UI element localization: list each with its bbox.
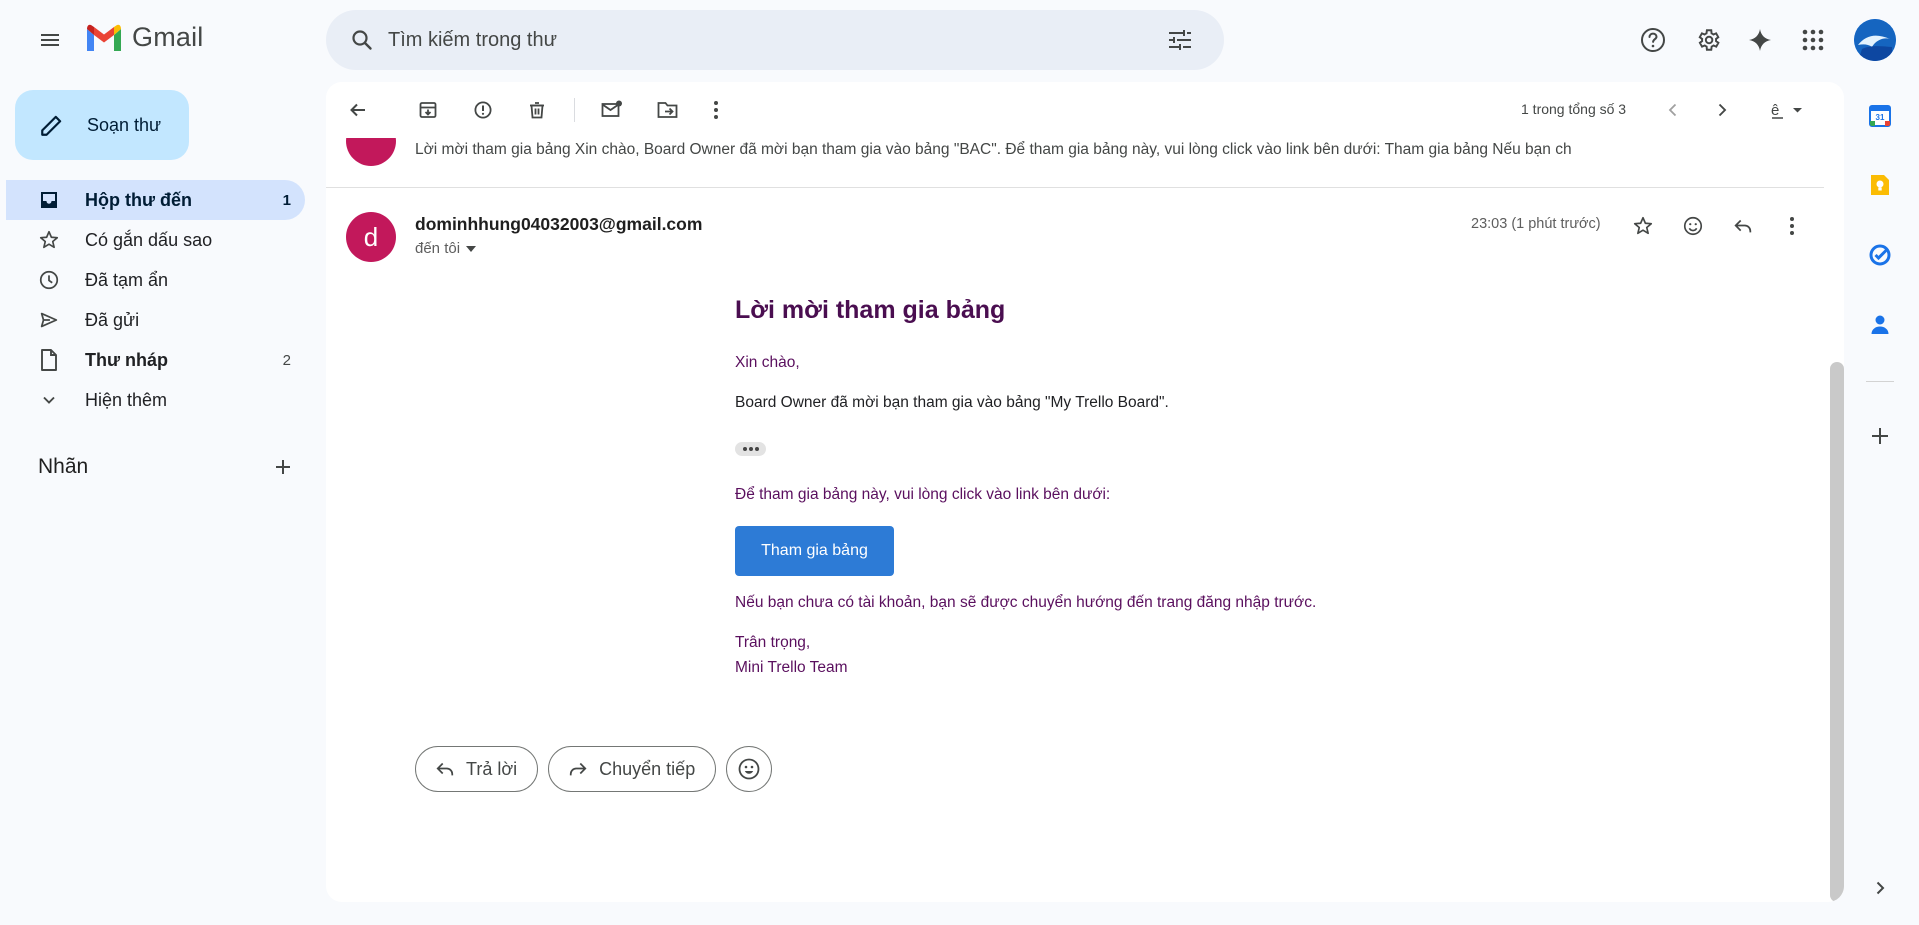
message-toolbar: 1 trong tổng số 3 ê (326, 82, 1844, 138)
message-time: 23:03 (1 phút trước) (1471, 216, 1601, 232)
contacts-icon[interactable] (1860, 305, 1900, 345)
search-bar[interactable]: Tìm kiếm trong thư (326, 10, 1224, 70)
reply-label: Trả lời (466, 758, 518, 779)
compose-button[interactable]: Soạn thư (15, 90, 189, 160)
move-to-folder-icon[interactable] (648, 90, 688, 130)
avatar (346, 134, 396, 166)
report-spam-icon[interactable] (463, 90, 503, 130)
input-tools-icon[interactable]: ê (1762, 90, 1812, 130)
back-arrow-icon[interactable] (338, 90, 378, 130)
chevron-left-icon[interactable] (1653, 90, 1693, 130)
more-vert-icon[interactable] (696, 90, 736, 130)
archive-icon[interactable] (408, 90, 448, 130)
add-addon-icon[interactable] (1860, 416, 1900, 456)
forward-button[interactable]: Chuyển tiếp (548, 746, 717, 792)
email-note: Nếu bạn chưa có tài khoản, bạn sẽ được c… (735, 594, 1317, 611)
email-signature: Mini Trello Team (735, 659, 848, 676)
search-options-icon[interactable] (1158, 18, 1202, 62)
collapsed-message-row[interactable]: Lời mời tham gia bảng Xin chào, Board Ow… (326, 134, 1824, 188)
send-icon (36, 307, 62, 333)
rail-divider (1866, 381, 1894, 382)
sidebar-item-snoozed[interactable]: Đã tạm ẩn (6, 260, 305, 300)
sender-avatar[interactable]: d (346, 212, 396, 262)
forward-icon (570, 762, 587, 776)
calendar-icon[interactable]: 31 (1860, 96, 1900, 136)
smiley-icon (738, 758, 760, 780)
sidebar-nav: Hộp thư đến 1 Có gắn dấu sao Đã tạm ẩn Đ… (6, 180, 305, 420)
compose-label: Soạn thư (87, 114, 162, 135)
sidebar-item-label: Hiện thêm (85, 389, 168, 410)
main-menu-button[interactable] (28, 20, 72, 60)
sidebar-item-label: Đã gửi (85, 309, 140, 330)
recipient-details[interactable]: đến tôi (415, 240, 477, 257)
join-board-button[interactable]: Tham gia bảng (735, 526, 894, 576)
keep-icon[interactable] (1860, 165, 1900, 205)
tasks-icon[interactable] (1860, 235, 1900, 275)
scrollbar[interactable] (1830, 362, 1844, 902)
star-icon (36, 227, 62, 253)
sidebar-item-label: Đã tạm ẩn (85, 269, 169, 290)
caret-down-icon (466, 245, 477, 252)
sender-email[interactable]: dominhhung04032003@gmail.com (415, 214, 702, 235)
expand-side-panel-icon[interactable] (1860, 868, 1900, 908)
clock-icon (36, 267, 62, 293)
settings-gear-icon[interactable] (1686, 18, 1730, 62)
pencil-icon (37, 110, 67, 140)
search-input[interactable]: Tìm kiếm trong thư (388, 29, 1158, 52)
sidebar-item-more[interactable]: Hiện thêm (6, 380, 305, 420)
reply-icon (436, 762, 454, 776)
email-body: Lời mời tham gia bảng Xin chào, Board Ow… (735, 290, 1435, 676)
gemini-sparkle-icon[interactable] (1738, 18, 1782, 62)
add-label-icon[interactable] (268, 452, 298, 482)
delete-trash-icon[interactable] (517, 90, 557, 130)
mark-unread-icon[interactable] (592, 90, 632, 130)
svg-text:31: 31 (1876, 113, 1885, 122)
message-snippet: Lời mời tham gia bảng Xin chào, Board Ow… (415, 141, 1572, 158)
email-join-instruction: Để tham gia bảng này, vui lòng click vào… (735, 486, 1111, 503)
email-regards: Trân trọng, (735, 634, 811, 651)
hamburger-icon (41, 34, 59, 46)
message-more-icon[interactable] (1772, 206, 1812, 246)
chevron-right-icon[interactable] (1702, 90, 1742, 130)
drafts-count: 2 (282, 351, 291, 369)
account-avatar[interactable] (1854, 19, 1896, 61)
reply-actions: Trả lời Chuyển tiếp (415, 746, 773, 792)
inbox-icon (36, 187, 62, 213)
top-bar: Gmail Tìm kiếm trong thư (0, 0, 1919, 80)
forward-label: Chuyển tiếp (599, 758, 696, 779)
sidebar-item-label: Thư nháp (85, 349, 169, 370)
gmail-logo[interactable]: Gmail (84, 22, 204, 53)
email-heading: Lời mời tham gia bảng (735, 296, 1006, 324)
unread-count: 1 (282, 191, 291, 209)
email-greeting: Xin chào, (735, 354, 800, 371)
emoji-reaction-icon[interactable] (1673, 206, 1713, 246)
reply-icon[interactable] (1723, 206, 1763, 246)
message-view: 1 trong tổng số 3 ê Lời mời tham gia bản… (326, 82, 1844, 902)
help-icon[interactable] (1631, 18, 1675, 62)
toolbar-divider (574, 98, 575, 122)
email-invite-text: Board Owner đã mời bạn tham gia vào bảng… (735, 394, 1169, 411)
show-trimmed-content-button[interactable] (735, 442, 766, 456)
sidebar-item-starred[interactable]: Có gắn dấu sao (6, 220, 305, 260)
star-icon[interactable] (1623, 206, 1663, 246)
labels-section-header: Nhãn (38, 452, 298, 482)
emoji-react-button[interactable] (726, 746, 773, 792)
gmail-m-icon (87, 24, 121, 51)
sidebar-item-inbox[interactable]: Hộp thư đến 1 (6, 180, 305, 220)
chevron-down-icon (36, 387, 62, 413)
recipient-label: đến tôi (415, 240, 461, 257)
draft-icon (36, 347, 62, 373)
app-name: Gmail (132, 22, 204, 52)
labels-title: Nhãn (38, 455, 89, 478)
reply-button[interactable]: Trả lời (415, 746, 539, 792)
sidebar-item-sent[interactable]: Đã gửi (6, 300, 305, 340)
sidebar-item-label: Hộp thư đến (85, 189, 193, 210)
apps-grid-icon[interactable] (1791, 18, 1835, 62)
pager-info: 1 trong tổng số 3 (1521, 101, 1627, 117)
sidebar-item-label: Có gắn dấu sao (85, 229, 213, 250)
sidebar-item-drafts[interactable]: Thư nháp 2 (6, 340, 305, 380)
svg-text:ê: ê (1771, 102, 1779, 119)
search-icon[interactable] (340, 18, 384, 62)
